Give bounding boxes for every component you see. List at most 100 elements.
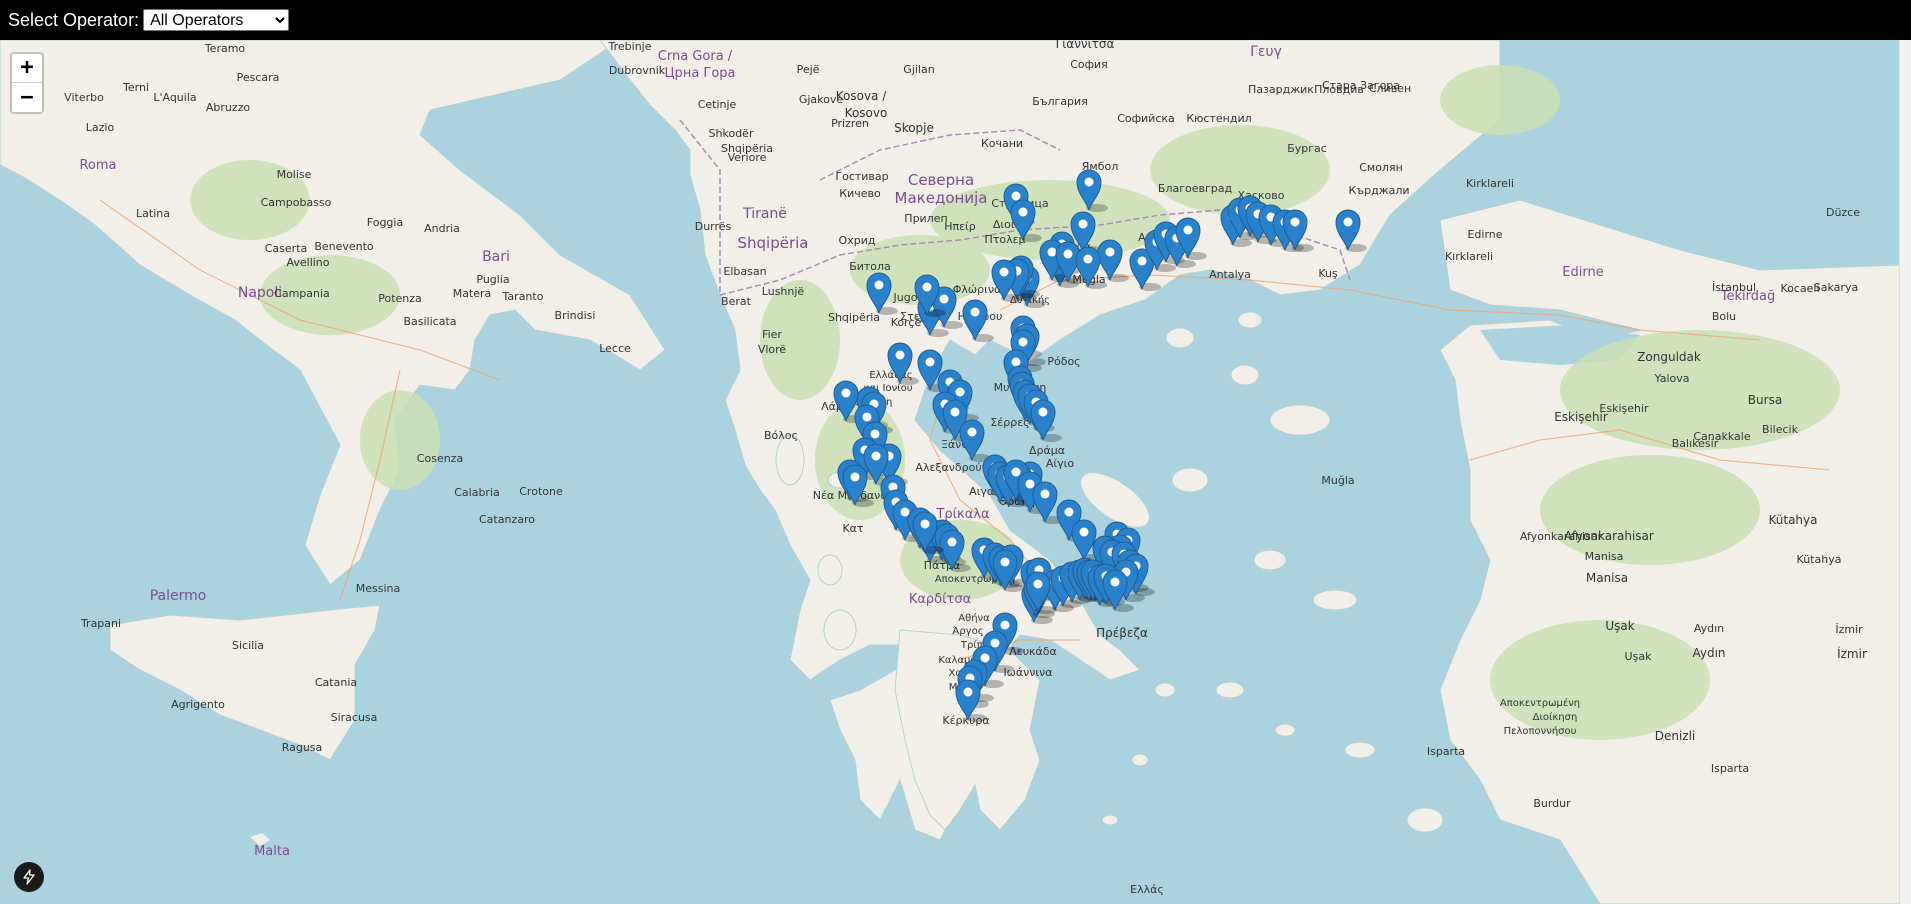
map-label: Yalova — [1654, 372, 1690, 385]
map-label: Foggia — [367, 216, 403, 229]
map-label: Denizli — [1655, 729, 1696, 743]
map-label: Aydın — [1692, 646, 1725, 660]
map-label: Gjakove — [799, 93, 844, 106]
operator-select[interactable]: All Operators — [143, 9, 290, 31]
map-label: Македонија — [895, 189, 988, 207]
map-label: Catania — [315, 676, 357, 689]
map-label: Malta — [254, 844, 290, 859]
map-label: Dubrovnik — [609, 64, 666, 77]
map-label: Lecce — [599, 342, 631, 355]
map-label: Düzce — [1826, 206, 1860, 219]
map-label: Aydın — [1694, 622, 1724, 635]
map-label: Kuş — [1318, 267, 1338, 280]
map-label: Messina — [356, 582, 401, 595]
map-label: Αθήνα — [958, 612, 990, 624]
map-label: Ηπείρ — [944, 220, 976, 233]
map-label: Crotone — [519, 485, 563, 498]
map-label: София — [1070, 58, 1108, 71]
map-label: Охрид — [839, 234, 876, 247]
map-label: Prizren — [831, 117, 869, 130]
map-label: Abruzzo — [206, 101, 251, 114]
map-label: Tiranë — [742, 206, 787, 222]
map-label: Potenza — [378, 292, 422, 305]
map-label: Πελοποννήσου — [1504, 725, 1577, 737]
map-label: Gjilan — [903, 63, 934, 76]
map-label: Северна — [908, 171, 974, 189]
map-label: Γευγ — [1250, 44, 1282, 60]
map-label: Kosova / — [836, 89, 887, 103]
map-label: Agrigento — [171, 698, 225, 711]
map-label: Φλώρινα — [953, 283, 1001, 296]
top-bar: Select Operator: All Operators — [0, 0, 1911, 40]
map-label: Pejë — [797, 63, 820, 76]
map-label: Uşak — [1605, 619, 1634, 633]
map-label: Cosenza — [417, 452, 463, 465]
map-label: Διοίκηση — [1533, 711, 1578, 723]
map-label: Caserta — [265, 242, 308, 255]
scrollbar[interactable] — [1899, 40, 1911, 904]
map-label: Roma — [79, 158, 116, 173]
map-label: Taranto — [502, 290, 544, 303]
map-label: Viterbo — [64, 91, 104, 104]
zoom-in-button[interactable]: + — [12, 54, 42, 83]
map-label: Благоевград — [1158, 182, 1233, 195]
map-label: Kirklareli — [1466, 177, 1514, 190]
map-label: Isparta — [1711, 762, 1749, 775]
map-label: Sicilia — [232, 639, 264, 652]
map-label: Άργος — [952, 625, 983, 637]
map-label: Uşak — [1625, 650, 1653, 663]
map-label: Antalya — [1209, 268, 1251, 281]
map-label: Fier — [762, 328, 782, 341]
zoom-out-button[interactable]: − — [12, 83, 42, 112]
map-label: Puglia — [476, 273, 509, 286]
map-label: Πρέβεζα — [1096, 626, 1148, 640]
map-label: Calabria — [454, 486, 500, 499]
map-canvas[interactable]: Teramo Pescara Terni L'Aquila Abruzzo Viterbo… — [0, 40, 1900, 904]
map-label: Bolu — [1712, 310, 1736, 323]
map-label: Κατ — [842, 522, 863, 535]
operator-label: Select Operator: — [8, 9, 140, 30]
map-label: Edirne — [1562, 265, 1603, 280]
map-label: Καρδίτσα — [909, 592, 971, 607]
map-label: Sakarya — [1814, 281, 1858, 294]
map-label: Isparta — [1427, 745, 1465, 758]
map-label: Kırklareli — [1445, 250, 1493, 263]
map-label: İzmir — [1835, 623, 1863, 636]
map-label: Shkodër — [709, 127, 754, 140]
map-label: Edirne — [1467, 228, 1502, 241]
map-label: Elbasan — [723, 265, 766, 278]
map-label: Vlorë — [758, 343, 787, 356]
map-label: Црна Гора — [664, 66, 735, 81]
map-label: Afyonkarahisar — [1520, 530, 1603, 543]
map-label: Burdur — [1533, 797, 1571, 810]
map-label: Siracusa — [331, 711, 378, 724]
map-label: Basilicata — [403, 315, 456, 328]
map-label: L'Aquila — [153, 91, 196, 104]
map-label: Trapani — [80, 617, 121, 630]
map-label: Кочани — [981, 137, 1023, 150]
map-label: Muğla — [1321, 474, 1354, 487]
map-label: Trebinje — [608, 40, 652, 53]
map-label: Balıkesir — [1672, 437, 1719, 450]
map-label: Catanzaro — [479, 513, 535, 526]
map-label: Ragusa — [282, 741, 323, 754]
map-label: Palermo — [150, 588, 207, 604]
map-label: Пазарджик — [1248, 83, 1314, 96]
map-label: Kütahya — [1797, 553, 1842, 566]
map-label: Бургас — [1287, 142, 1327, 155]
map-label: Benevento — [314, 240, 374, 253]
map-label: Lazio — [86, 121, 115, 134]
map-label: Софийска — [1117, 112, 1175, 125]
map-label: Molise — [277, 168, 312, 181]
map-label: Кюстендил — [1186, 112, 1251, 125]
map-label: Teramo — [204, 42, 246, 55]
map-label: Αίγιο — [1046, 457, 1074, 470]
lightning-bolt-icon[interactable] — [14, 862, 44, 892]
map-label: Eskişehir — [1554, 410, 1608, 424]
map-label: Crna Gora / — [658, 49, 733, 64]
map-label: Kütahya — [1769, 513, 1818, 527]
map-label: Avellino — [286, 256, 329, 269]
map-label: България — [1032, 95, 1088, 108]
map-label: Manisa — [1585, 550, 1624, 563]
map-label: Βόλος — [764, 429, 798, 442]
